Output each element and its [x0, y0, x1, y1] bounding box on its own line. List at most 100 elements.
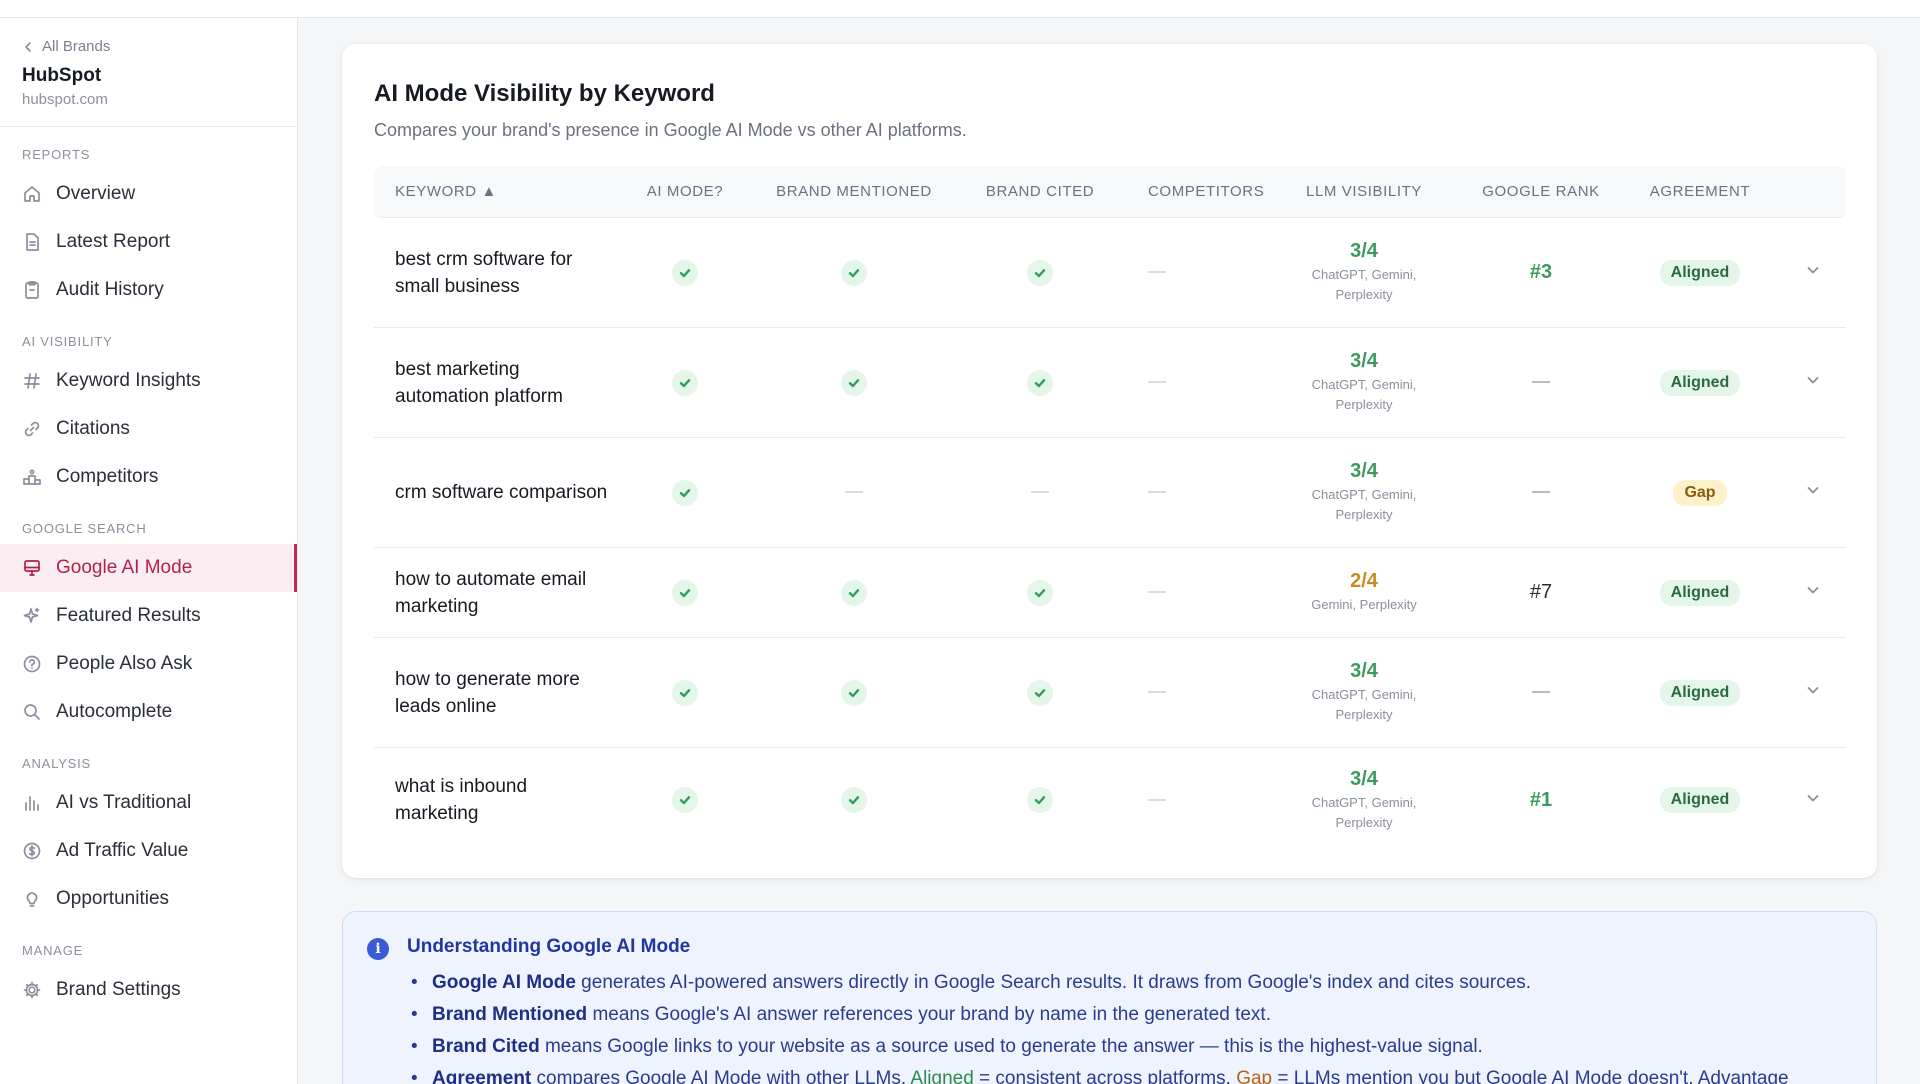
expand-row-button[interactable]: [1780, 482, 1846, 503]
google-rank-empty: [1532, 381, 1550, 384]
llm-models: Gemini, Perplexity: [1311, 597, 1417, 612]
sidebar-item-autocomplete[interactable]: Autocomplete: [0, 688, 297, 736]
sidebar-item-citations[interactable]: Citations: [0, 405, 297, 453]
brand-mentioned-cell: [764, 484, 944, 502]
brand-mentioned-dash: [845, 491, 863, 494]
brand-domain: hubspot.com: [22, 91, 108, 108]
brand-cited-check-icon: [1027, 259, 1053, 286]
table-row[interactable]: what is inbound marketing 3/4 ChatGPT, G…: [374, 748, 1846, 852]
info-term: Agreement: [432, 1068, 532, 1084]
sidebar-item-featured-results[interactable]: Featured Results: [0, 592, 297, 640]
table-row[interactable]: how to automate email marketing 2/4 Gemi…: [374, 548, 1846, 638]
sidebar-item-brand-settings[interactable]: Brand Settings: [0, 966, 297, 1014]
expand-row-button[interactable]: [1780, 682, 1846, 703]
expand-row-button[interactable]: [1780, 262, 1846, 283]
sidebar-item-label: Opportunities: [56, 888, 170, 909]
brand-mentioned-cell: [764, 259, 944, 286]
sidebar-item-google-ai-mode[interactable]: Google AI Mode: [0, 544, 297, 592]
info-list: Google AI Mode generates AI-powered answ…: [407, 967, 1867, 1084]
sidebar-item-label: Latest Report: [56, 231, 171, 252]
monitor-icon: [24, 560, 40, 576]
competitors-empty: [1148, 691, 1166, 694]
expand-row-button[interactable]: [1780, 582, 1846, 603]
chevron-left-icon: [25, 41, 31, 52]
sidebar-item-opportunities[interactable]: Opportunities: [0, 875, 297, 923]
sidebar-item-label: Overview: [56, 183, 136, 204]
sidebar-item-label: Keyword Insights: [56, 370, 201, 391]
table-body: best crm software for small business 3/4…: [374, 218, 1846, 852]
sidebar-item-audit-history[interactable]: Audit History: [0, 266, 297, 314]
all-brands-label: All Brands: [42, 38, 111, 55]
llm-models: ChatGPT, Gemini, Perplexity: [1311, 487, 1417, 522]
info-aligned-term: Aligned: [910, 1068, 974, 1084]
brand-mentioned-check-icon: [841, 579, 867, 606]
bar-chart-icon: [25, 796, 39, 811]
sidebar-item-label: Audit History: [56, 279, 164, 300]
dollar-circle-icon: [23, 842, 41, 860]
table-row[interactable]: how to generate more leads online 3/4 Ch…: [374, 638, 1846, 748]
expand-row-button[interactable]: [1780, 372, 1846, 393]
table-row[interactable]: best marketing automation platform 3/4 C…: [374, 328, 1846, 438]
sidebar-item-people-also-ask[interactable]: People Also Ask: [0, 640, 297, 688]
competitors-empty: [1148, 491, 1166, 494]
nav-section-google-search: GOOGLE SEARCH Google AI Mode Featured Re…: [0, 501, 297, 736]
sidebar-item-competitors[interactable]: Competitors: [0, 453, 297, 501]
table-row[interactable]: best crm software for small business 3/4…: [374, 218, 1846, 328]
table-row[interactable]: crm software comparison 3/4 ChatGPT, Gem…: [374, 438, 1846, 548]
info-advantage-term: Advantage: [1697, 1068, 1789, 1084]
expand-row-button[interactable]: [1780, 790, 1846, 811]
llm-visibility-cell: 3/4 ChatGPT, Gemini, Perplexity: [1266, 768, 1462, 833]
all-brands-link[interactable]: All Brands: [22, 38, 275, 55]
keyword-table: KEYWORD ▲ AI MODE? BRAND MENTIONED BRAND…: [374, 166, 1846, 852]
keyword-cell: best crm software for small business: [374, 246, 606, 300]
sidebar-item-label: AI vs Traditional: [56, 792, 192, 813]
google-rank-empty: [1532, 691, 1550, 694]
ai-mode-check-icon: [672, 787, 698, 813]
column-header-keyword[interactable]: KEYWORD ▲: [374, 183, 606, 200]
competitors-cell: [1136, 584, 1266, 602]
competitors-cell: [1136, 684, 1266, 702]
section-label: MANAGE: [22, 943, 84, 958]
nav-section-reports: REPORTS Overview Latest Report Audit His…: [0, 127, 297, 314]
llm-score: 3/4: [1350, 240, 1378, 262]
ai-mode-cell: [606, 369, 764, 396]
info-item: Google AI Mode generates AI-powered answ…: [407, 967, 1867, 999]
agreement-badge: Aligned: [1659, 579, 1741, 606]
sidebar-item-keyword-insights[interactable]: Keyword Insights: [0, 357, 297, 405]
brand-cited-cell: [944, 369, 1136, 396]
agreement-cell: Aligned: [1620, 259, 1780, 286]
sidebar-item-latest-report[interactable]: Latest Report: [0, 218, 297, 266]
sidebar-item-ad-traffic-value[interactable]: Ad Traffic Value: [0, 827, 297, 875]
column-header-google-rank: GOOGLE RANK: [1482, 183, 1600, 200]
llm-score: 3/4: [1350, 767, 1378, 790]
agreement-badge: Aligned: [1659, 259, 1741, 286]
sidebar-item-overview[interactable]: Overview: [0, 170, 297, 218]
lightbulb-icon: [26, 892, 38, 907]
info-panel: i Understanding Google AI Mode Google AI…: [342, 911, 1877, 1084]
gear-icon: [23, 981, 41, 999]
chevron-down-icon: [1807, 794, 1819, 801]
info-item: Agreement compares Google AI Mode with o…: [407, 1063, 1867, 1084]
ai-mode-visibility-card: AI Mode Visibility by Keyword Compares y…: [342, 44, 1877, 878]
ai-mode-check-icon: [672, 479, 698, 506]
keyword-cell: crm software comparison: [374, 479, 607, 506]
chevron-down-icon: [1807, 377, 1819, 384]
table-header: KEYWORD ▲ AI MODE? BRAND MENTIONED BRAND…: [374, 166, 1846, 218]
keyword-text: best crm software for small business: [395, 248, 573, 297]
sidebar-item-ai-vs-traditional[interactable]: AI vs Traditional: [0, 779, 297, 827]
info-item: Brand Cited means Google links to your w…: [407, 1031, 1867, 1063]
llm-visibility-cell: 2/4 Gemini, Perplexity: [1266, 570, 1462, 615]
google-rank: #3: [1529, 261, 1553, 283]
competitors-empty: [1148, 798, 1166, 801]
sidebar-item-label: Google AI Mode: [56, 557, 193, 578]
google-rank-cell: #1: [1462, 789, 1620, 812]
ai-mode-check-icon: [672, 369, 698, 396]
keyword-text: best marketing automation platform: [395, 358, 563, 407]
sidebar-item-label: Featured Results: [56, 605, 201, 626]
keyword-cell: best marketing automation platform: [374, 356, 606, 410]
brand-block: All Brands HubSpot hubspot.com: [0, 18, 297, 127]
section-label: GOOGLE SEARCH: [22, 521, 147, 536]
ai-mode-check-icon: [672, 579, 698, 606]
column-header-brand-mentioned: BRAND MENTIONED: [776, 183, 932, 200]
section-label: REPORTS: [22, 147, 91, 162]
